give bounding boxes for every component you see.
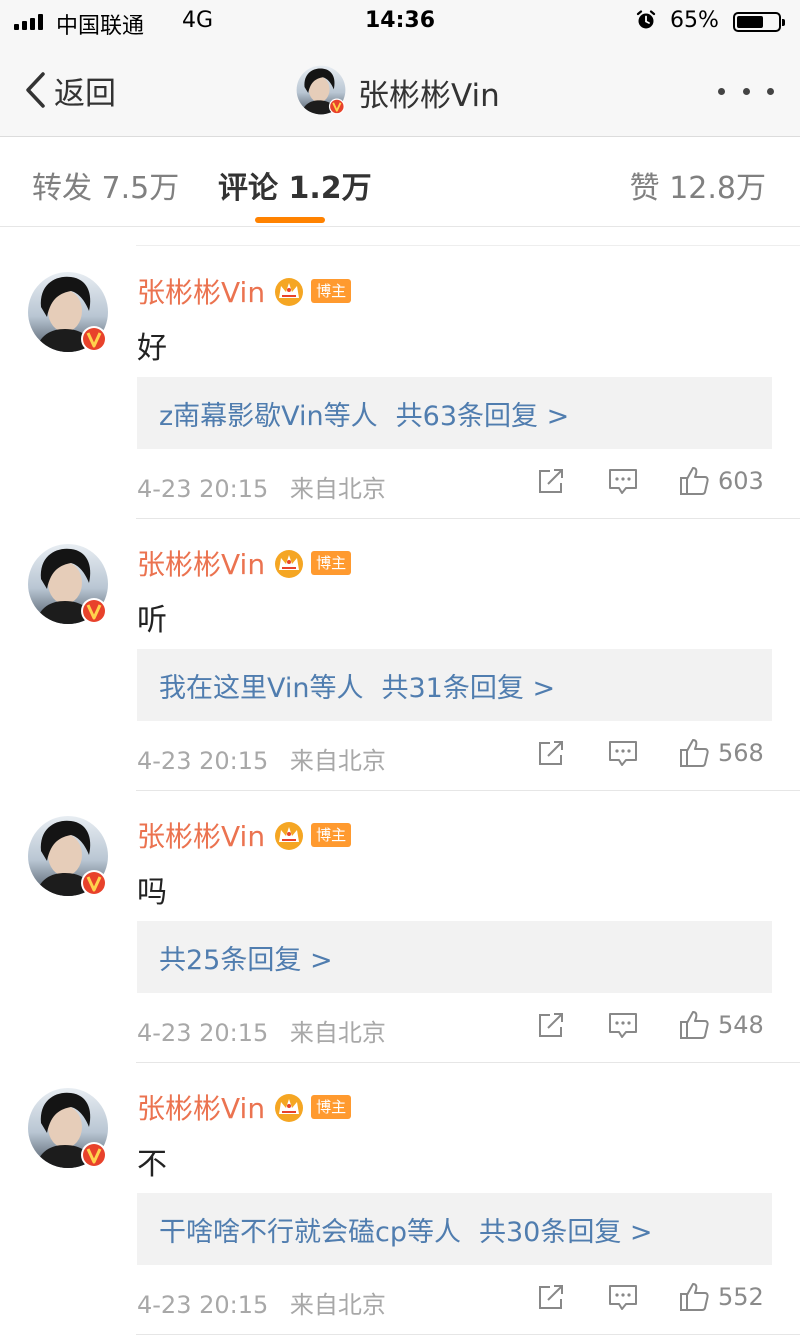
tab-comment[interactable]: 评论 1.2万: [218, 163, 372, 207]
reply-summary[interactable]: 干啥啥不行就会磕cp等人 共30条回复 >: [137, 1193, 772, 1265]
like-button[interactable]: 603: [678, 459, 764, 503]
thumbs-up-icon: [680, 739, 709, 767]
like-count: 568: [718, 739, 764, 767]
divider: [136, 1334, 800, 1335]
comment-time: 4-23 20:15: [137, 1291, 269, 1319]
comment-text: 听: [137, 603, 167, 638]
comment-meta: 4-23 20:15 来自北京: [137, 1285, 386, 1320]
comment-time: 4-23 20:15: [137, 1019, 269, 1047]
comment-icon: [609, 741, 637, 766]
comment-button[interactable]: [607, 731, 639, 775]
battery-level: [737, 16, 763, 28]
comment-button[interactable]: [607, 459, 639, 503]
comment-time: 4-23 20:15: [137, 475, 269, 503]
comment-meta: 4-23 20:15 来自北京: [137, 469, 386, 504]
crown-icon: [275, 278, 304, 306]
like-count: 603: [718, 467, 764, 495]
tab-indicator: [255, 217, 325, 223]
thumbs-up-icon: [680, 467, 709, 495]
avatar[interactable]: [27, 1087, 109, 1169]
share-button[interactable]: [535, 1275, 567, 1319]
comment-button[interactable]: [607, 1003, 639, 1047]
back-button[interactable]: 返回: [22, 68, 116, 112]
comment-item: 张彬彬Vin 博主 听 我在这里Vin等人 共31条回复 > 4-23 20:1…: [0, 519, 800, 791]
share-button[interactable]: [535, 459, 567, 503]
reply-count: 共25条回复 >: [159, 944, 333, 976]
comment-item: 张彬彬Vin 博主 不 干啥啥不行就会磕cp等人 共30条回复 > 4-23 2…: [0, 1063, 800, 1335]
reply-count: 共31条回复 >: [381, 672, 556, 704]
author-line: 张彬彬Vin 博主: [137, 543, 352, 583]
comment-text: 不: [137, 1147, 167, 1182]
reply-users: 我在这里Vin等人: [159, 672, 364, 704]
reply-summary[interactable]: z南幕影歇Vin等人 共63条回复 >: [137, 377, 772, 449]
author-line: 张彬彬Vin 博主: [137, 1087, 352, 1127]
owner-badge: 博主: [311, 823, 352, 847]
author-line: 张彬彬Vin 博主: [137, 271, 352, 311]
page-title[interactable]: 张彬彬Vin: [358, 70, 500, 115]
like-button[interactable]: 552: [678, 1275, 764, 1319]
like-count: 552: [718, 1283, 764, 1311]
comment-source: 来自北京: [289, 1019, 386, 1047]
comment-text: 吗: [137, 875, 167, 910]
reply-users: 干啥啥不行就会磕cp等人: [159, 1216, 461, 1248]
chevron-left-icon: [26, 72, 45, 108]
crown-icon: [275, 822, 304, 850]
owner-badge: 博主: [311, 1095, 352, 1119]
like-button[interactable]: 548: [678, 1003, 764, 1047]
comment-source: 来自北京: [289, 1291, 386, 1319]
divider: [136, 245, 800, 246]
reply-count: 共63条回复 >: [395, 400, 570, 432]
author-name[interactable]: 张彬彬Vin: [137, 1087, 265, 1127]
tab-like[interactable]: 赞 12.8万: [630, 163, 766, 207]
crown-icon: [275, 1094, 304, 1122]
comment-source: 来自北京: [289, 475, 386, 503]
comment-text: 好: [137, 331, 167, 366]
comment-meta: 4-23 20:15 来自北京: [137, 741, 386, 776]
comment-source: 来自北京: [289, 747, 386, 775]
tab-bar: 转发 7.5万 评论 1.2万 赞 12.8万: [0, 137, 800, 227]
avatar[interactable]: [27, 543, 109, 625]
owner-badge: 博主: [311, 279, 352, 303]
reply-summary[interactable]: 我在这里Vin等人 共31条回复 >: [137, 649, 772, 721]
avatar[interactable]: [27, 271, 109, 353]
share-icon: [539, 1285, 563, 1309]
crown-icon: [275, 550, 304, 578]
comment-icon: [609, 1285, 637, 1310]
author-name[interactable]: 张彬彬Vin: [137, 815, 265, 855]
back-label: 返回: [54, 75, 116, 112]
author-line: 张彬彬Vin 博主: [137, 815, 352, 855]
share-button[interactable]: [535, 731, 567, 775]
comment-time: 4-23 20:15: [137, 747, 269, 775]
share-icon: [539, 741, 563, 765]
more-icon[interactable]: [718, 76, 774, 106]
alarm-icon: [636, 10, 656, 29]
status-bar: 中国联通 4G 14:36 65%: [0, 0, 800, 44]
comment-meta: 4-23 20:15 来自北京: [137, 1013, 386, 1048]
share-icon: [539, 469, 563, 493]
thumbs-up-icon: [680, 1011, 709, 1039]
comment-icon: [609, 469, 637, 494]
author-name[interactable]: 张彬彬Vin: [137, 543, 265, 583]
comment-item: 张彬彬Vin 博主 吗 共25条回复 > 4-23 20:15 来自北京 548: [0, 791, 800, 1063]
battery-percent: 65%: [670, 8, 719, 33]
nav-bar: 返回 张彬彬Vin: [0, 44, 800, 137]
reply-users: z南幕影歇Vin等人: [159, 400, 378, 432]
owner-badge: 博主: [311, 551, 352, 575]
tab-repost[interactable]: 转发 7.5万: [32, 163, 179, 207]
comment-button[interactable]: [607, 1275, 639, 1319]
avatar[interactable]: [296, 65, 346, 115]
share-button[interactable]: [535, 1003, 567, 1047]
comment-item: 张彬彬Vin 博主 好 z南幕影歇Vin等人 共63条回复 > 4-23 20:…: [0, 247, 800, 519]
reply-summary[interactable]: 共25条回复 >: [137, 921, 772, 993]
author-name[interactable]: 张彬彬Vin: [137, 271, 265, 311]
like-button[interactable]: 568: [678, 731, 764, 775]
reply-count: 共30条回复 >: [478, 1216, 653, 1248]
battery-icon: [733, 12, 785, 32]
like-count: 548: [718, 1011, 764, 1039]
avatar[interactable]: [27, 815, 109, 897]
share-icon: [539, 1013, 563, 1037]
comment-icon: [609, 1013, 637, 1038]
thumbs-up-icon: [680, 1283, 709, 1311]
